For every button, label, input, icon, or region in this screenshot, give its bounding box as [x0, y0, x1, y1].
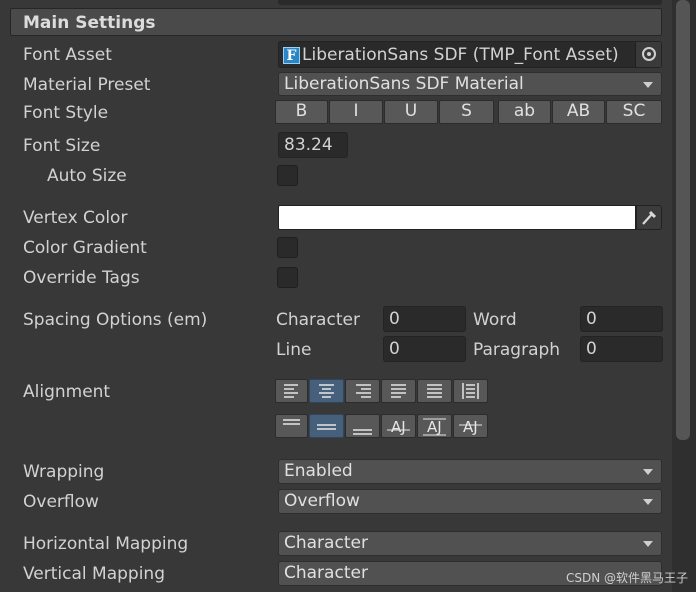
- italic-button[interactable]: I: [329, 100, 383, 124]
- paragraph-spacing-input[interactable]: 0: [580, 336, 663, 362]
- align-baseline-button[interactable]: AJ: [381, 414, 416, 438]
- align-bottom-button[interactable]: [345, 414, 380, 438]
- font-size-input[interactable]: 83.24: [278, 132, 348, 158]
- wrapping-value: Enabled: [284, 461, 353, 481]
- override-tags-label: Override Tags: [23, 268, 140, 288]
- align-flush-icon: [427, 384, 442, 398]
- underline-button[interactable]: U: [384, 100, 438, 124]
- align-midline-icon: AJ: [423, 418, 446, 436]
- align-left-icon: [284, 384, 298, 398]
- eyedropper-button[interactable]: [636, 205, 662, 230]
- previous-field-edge: [278, 0, 662, 5]
- align-left-button[interactable]: [275, 379, 308, 403]
- auto-size-checkbox[interactable]: [277, 165, 298, 186]
- vertex-color-label: Vertex Color: [23, 208, 128, 228]
- align-top-button[interactable]: [275, 414, 308, 438]
- color-gradient-label: Color Gradient: [23, 238, 147, 258]
- object-picker-button[interactable]: [635, 42, 661, 67]
- character-spacing-value: 0: [389, 309, 400, 329]
- align-justified-button[interactable]: [381, 379, 416, 403]
- vertical-mapping-label: Vertical Mapping: [23, 564, 165, 584]
- overflow-label: Overflow: [23, 492, 99, 512]
- line-spacing-input[interactable]: 0: [383, 336, 466, 362]
- section-title: Main Settings: [23, 13, 156, 33]
- main-settings-header[interactable]: Main Settings: [10, 8, 662, 36]
- font-size-label: Font Size: [23, 136, 101, 156]
- align-justified-icon: [391, 384, 406, 398]
- character-spacing-input[interactable]: 0: [383, 306, 466, 332]
- overflow-value: Overflow: [284, 491, 360, 511]
- material-preset-label: Material Preset: [23, 75, 151, 95]
- horizontal-mapping-value: Character: [284, 533, 368, 553]
- align-right-icon: [356, 384, 371, 398]
- scrollbar-thumb[interactable]: [676, 0, 690, 440]
- strikethrough-button[interactable]: S: [439, 100, 494, 124]
- horizontal-mapping-label: Horizontal Mapping: [23, 534, 189, 554]
- svg-text:AJ: AJ: [463, 418, 478, 436]
- font-asset-icon: F: [283, 47, 300, 64]
- font-style-label: Font Style: [23, 103, 109, 123]
- paragraph-spacing-label: Paragraph: [473, 340, 561, 360]
- watermark-text: CSDN @软件黑马王子: [565, 571, 688, 585]
- color-gradient-checkbox[interactable]: [277, 237, 298, 258]
- chevron-down-icon: [643, 82, 653, 88]
- font-asset-label: Font Asset: [23, 45, 112, 65]
- alignment-label: Alignment: [23, 382, 111, 402]
- overflow-dropdown[interactable]: Overflow: [278, 489, 662, 514]
- align-middle-icon: [317, 424, 336, 430]
- svg-text:AJ: AJ: [427, 418, 442, 436]
- wrapping-dropdown[interactable]: Enabled: [278, 459, 662, 484]
- target-icon: [642, 47, 656, 61]
- align-center-button[interactable]: [309, 379, 344, 403]
- font-size-value: 83.24: [284, 135, 333, 155]
- eyedropper-icon: [642, 210, 657, 225]
- lowercase-button[interactable]: ab: [498, 100, 551, 124]
- svg-text:AJ: AJ: [391, 418, 406, 436]
- line-spacing-label: Line: [276, 340, 312, 360]
- align-right-button[interactable]: [345, 379, 380, 403]
- align-capline-icon: AJ: [459, 418, 482, 436]
- line-spacing-value: 0: [389, 339, 400, 359]
- paragraph-spacing-value: 0: [586, 339, 597, 359]
- word-spacing-label: Word: [473, 310, 517, 330]
- vertex-color-swatch[interactable]: [278, 205, 636, 230]
- word-spacing-input[interactable]: 0: [580, 306, 663, 332]
- align-middle-button[interactable]: [309, 414, 344, 438]
- bold-button[interactable]: B: [275, 100, 328, 124]
- align-bottom-icon: [353, 429, 372, 435]
- override-tags-checkbox[interactable]: [277, 267, 298, 288]
- align-center-icon: [319, 384, 334, 398]
- align-baseline-icon: AJ: [387, 418, 410, 436]
- uppercase-button[interactable]: AB: [552, 100, 605, 124]
- wrapping-label: Wrapping: [23, 462, 105, 482]
- chevron-down-icon: [643, 499, 653, 505]
- font-asset-value: LiberationSans SDF (TMP_Font Asset): [302, 45, 619, 65]
- word-spacing-value: 0: [586, 309, 597, 329]
- character-spacing-label: Character: [276, 310, 360, 330]
- auto-size-label: Auto Size: [47, 166, 127, 186]
- chevron-down-icon: [643, 469, 653, 475]
- align-flush-button[interactable]: [417, 379, 452, 403]
- chevron-down-icon: [643, 541, 653, 547]
- material-preset-dropdown[interactable]: LiberationSans SDF Material: [278, 72, 662, 96]
- align-geometry-center-icon: [462, 383, 479, 399]
- align-top-icon: [283, 419, 300, 425]
- align-capline-button[interactable]: AJ: [453, 414, 488, 438]
- material-preset-value: LiberationSans SDF Material: [284, 74, 524, 94]
- align-midline-button[interactable]: AJ: [417, 414, 452, 438]
- spacing-options-label: Spacing Options (em): [23, 310, 208, 330]
- horizontal-mapping-dropdown[interactable]: Character: [278, 531, 662, 556]
- font-asset-field[interactable]: F LiberationSans SDF (TMP_Font Asset): [278, 41, 662, 68]
- smallcaps-button[interactable]: SC: [606, 100, 662, 124]
- vertical-mapping-value: Character: [284, 563, 368, 583]
- align-geometry-center-button[interactable]: [453, 379, 488, 403]
